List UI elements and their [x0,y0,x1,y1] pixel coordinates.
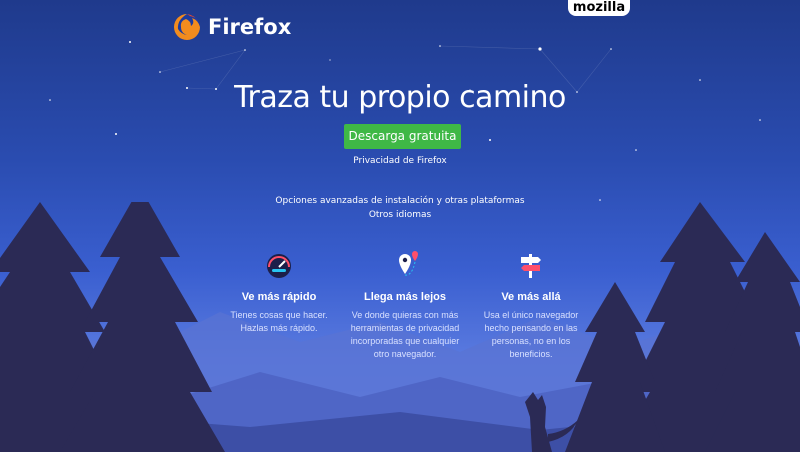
feature-further: Llega más lejos Ve donde quieras con más… [350,250,460,361]
firefox-logo[interactable]: Firefox [172,12,291,42]
feature-title: Ve más rápido [241,291,317,303]
location-pin-icon [399,251,418,276]
privacy-link[interactable]: Privacidad de Firefox [0,156,800,166]
other-languages-link[interactable]: Otros idiomas [0,210,800,220]
firefox-logo-icon [174,14,200,40]
feature-beyond: Ve más allá Usa el único navegador hecho… [476,250,586,361]
signpost-icon [521,254,541,278]
feature-description: Ve donde quieras con más herramientas de… [350,310,460,359]
page-headline: Traza tu propio camino [234,80,566,115]
firefox-logo-text: Firefox [208,15,292,39]
speedometer-icon [267,254,291,278]
feature-description: Usa el único navegador hecho pensando en… [483,310,579,359]
advanced-options-link[interactable]: Opciones avanzadas de instalación y otra… [0,196,800,206]
feature-description: Tienes cosas que hacer. Hazlas más rápid… [230,310,328,333]
feature-faster: Ve más rápido Tienes cosas que hacer. Ha… [224,250,334,335]
feature-title: Llega más lejos [364,291,446,303]
starfield [49,41,761,201]
mozilla-tab[interactable]: mozilla [568,0,630,16]
features-section: Ve más rápido Tienes cosas que hacer. Ha… [220,250,590,370]
download-button[interactable]: Descarga gratuita [344,124,461,149]
feature-title: Ve más allá [501,291,561,303]
